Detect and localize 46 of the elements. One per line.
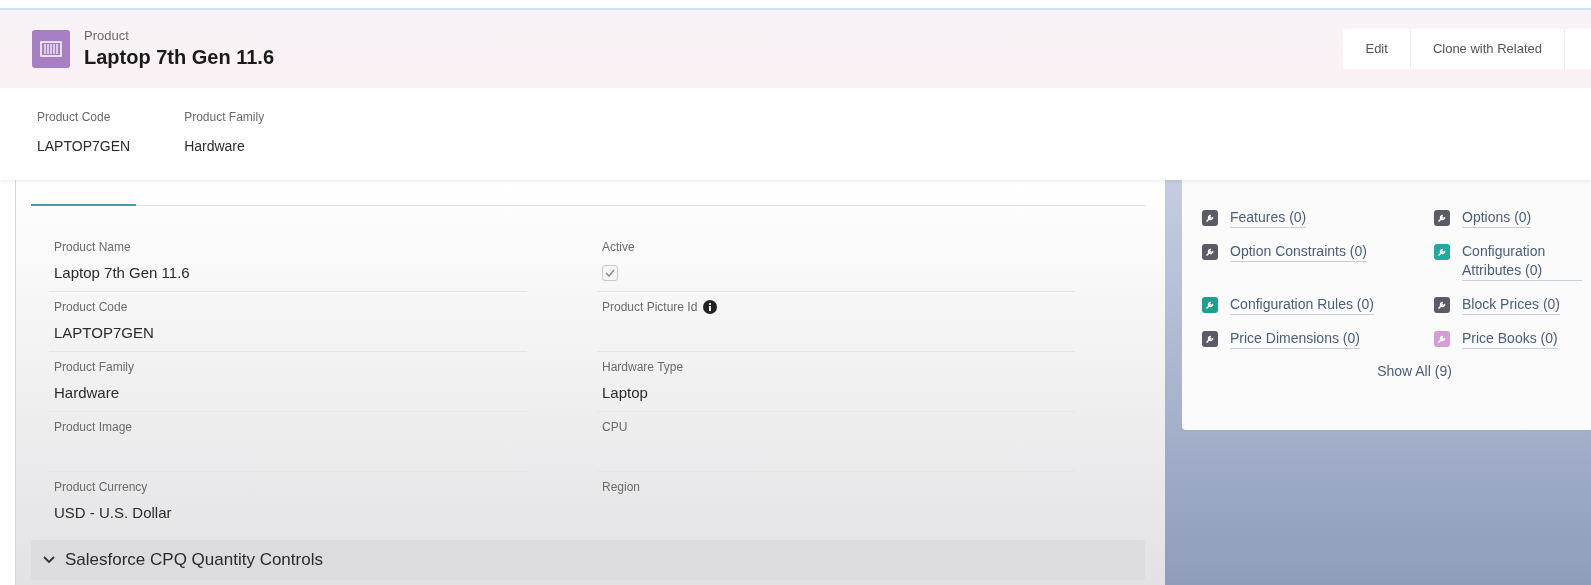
wrench-icon xyxy=(1202,244,1218,260)
quick-link[interactable]: Option Constraints (0) xyxy=(1230,242,1367,262)
field-label: Region xyxy=(602,479,641,496)
section-title: Salesforce CPQ Quantity Controls xyxy=(65,549,323,572)
field-label: Product Code xyxy=(54,299,128,316)
field-label: Product Picture Id xyxy=(602,299,698,316)
wrench-icon xyxy=(1434,297,1450,313)
field-label: Product Family xyxy=(54,359,135,376)
section-header[interactable]: Salesforce CPQ Quantity Controls xyxy=(31,540,1145,580)
field-value: Laptop xyxy=(602,382,648,403)
wrench-icon xyxy=(1202,297,1218,313)
highlight-label: Product Family xyxy=(184,109,265,126)
highlight-label: Product Code xyxy=(37,109,112,126)
field-value: Laptop 7th Gen 11.6 xyxy=(54,262,190,283)
field-value: Hardware xyxy=(54,382,120,403)
quick-link[interactable]: Configuration Attributes (0) xyxy=(1462,242,1582,281)
action-button[interactable]: Clone with Related xyxy=(1410,29,1565,69)
wrench-icon xyxy=(1202,210,1218,226)
field-label: Hardware Type xyxy=(602,359,684,376)
record-title: Laptop 7th Gen 11.6 xyxy=(84,45,275,70)
quick-link[interactable]: Price Books (0) xyxy=(1462,329,1558,349)
highlight-value: LAPTOP7GEN xyxy=(37,137,131,156)
quick-link[interactable]: Block Prices (0) xyxy=(1462,295,1561,315)
product-icon xyxy=(32,30,70,68)
field-value: USD - U.S. Dollar xyxy=(54,502,172,523)
field-label: Product Image xyxy=(54,419,133,436)
wrench-icon xyxy=(1434,244,1450,260)
wrench-icon xyxy=(1434,331,1450,347)
object-type: Product xyxy=(84,28,130,44)
quick-link[interactable]: Options (0) xyxy=(1462,208,1532,228)
field-value: LAPTOP7GEN xyxy=(54,322,154,343)
quick-link[interactable]: Price Dimensions (0) xyxy=(1230,329,1360,349)
checkmark-icon xyxy=(605,269,615,277)
quick-link[interactable]: Features (0) xyxy=(1230,208,1307,228)
quick-link[interactable]: Configuration Rules (0) xyxy=(1230,295,1374,315)
chevron-icon xyxy=(43,556,55,564)
field-label: CPU xyxy=(602,419,628,436)
field-label: Active xyxy=(602,239,635,256)
wrench-icon xyxy=(1202,331,1218,347)
show-all-link[interactable]: Show All (9) xyxy=(1377,361,1452,382)
field-label: Product Name xyxy=(54,239,131,256)
info-icon[interactable] xyxy=(703,300,718,314)
highlight-value: Hardware xyxy=(184,137,246,156)
field-label: Product Currency xyxy=(54,479,148,496)
wrench-icon xyxy=(1434,210,1450,226)
action-button[interactable]: Edit xyxy=(1343,29,1411,69)
